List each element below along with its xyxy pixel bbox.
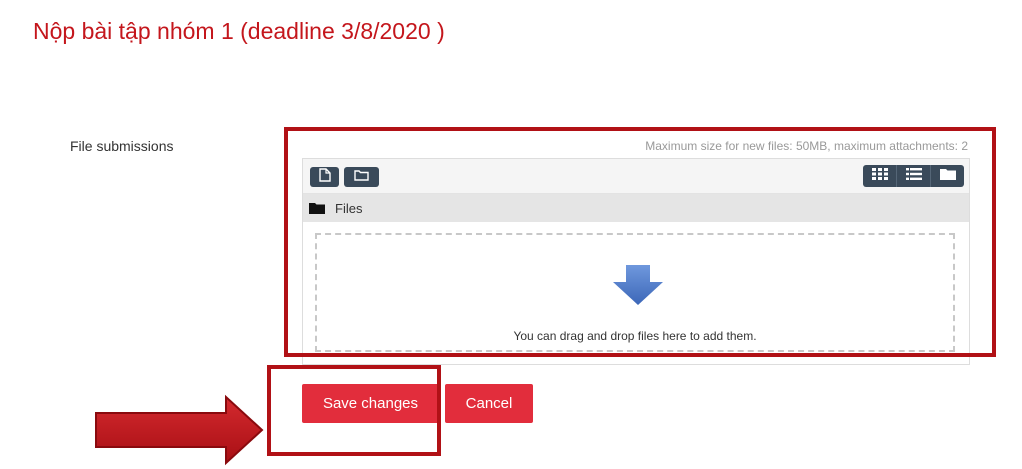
cancel-button[interactable]: Cancel [445,384,533,423]
save-button-highlight-box [267,365,441,456]
page-title: Nộp bài tập nhóm 1 (deadline 3/8/2020 ) [33,18,445,44]
right-arrow-icon [92,394,266,469]
file-submissions-label: File submissions [70,138,174,154]
file-manager-highlight-box [284,127,996,357]
